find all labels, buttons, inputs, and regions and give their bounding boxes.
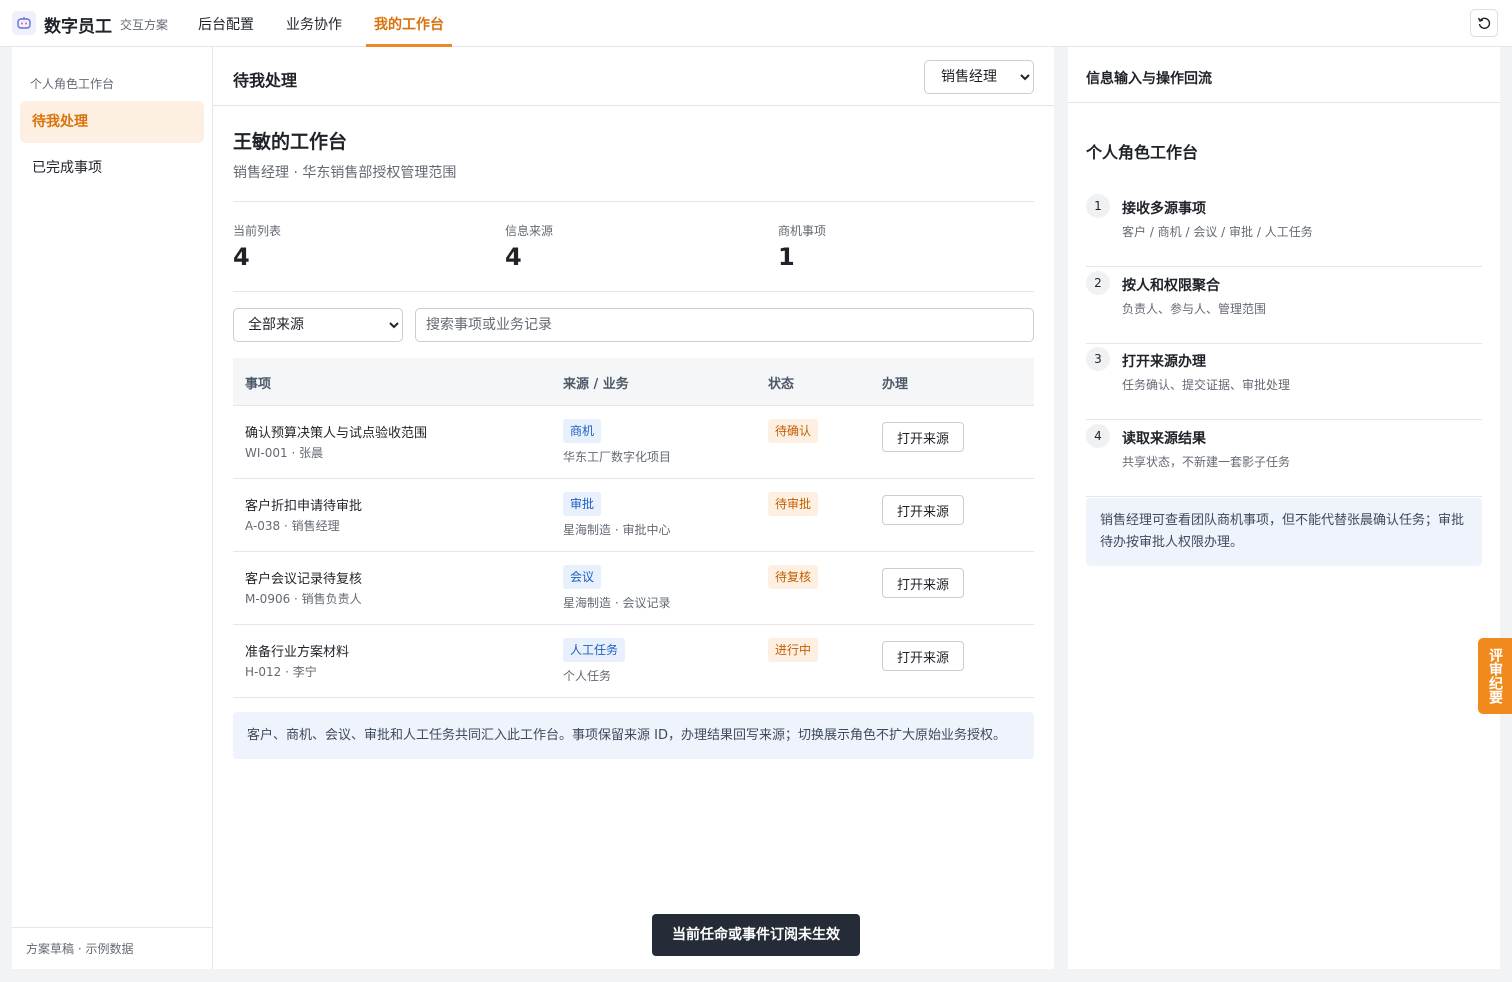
col-header-status: 状态	[768, 377, 795, 392]
source-filter-select[interactable]: 全部来源	[233, 308, 403, 342]
stat-label: 信息来源	[505, 224, 554, 238]
toast-message: 当前任命或事件订阅未生效	[652, 914, 860, 956]
step-title: 接收多源事项	[1122, 201, 1206, 217]
sidebar-item-pending[interactable]: 待我处理	[20, 101, 204, 143]
open-source-button[interactable]: 打开来源	[882, 641, 964, 671]
flow-step: 4 读取来源结果 共享状态，不新建一套影子任务	[1086, 420, 1482, 497]
row-title: 准备行业方案材料	[245, 645, 350, 660]
flow-step: 1 接收多源事项 客户 / 商机 / 会议 / 审批 / 人工任务	[1086, 190, 1482, 267]
row-title: 客户折扣申请待审批	[245, 499, 363, 514]
biz-tag: 商机	[563, 419, 602, 443]
step-number: 4	[1086, 424, 1110, 448]
top-nav: 数字员工 交互方案 后台配置 业务协作 我的工作台	[0, 0, 1512, 47]
stat-current-list: 当前列表 4	[233, 222, 281, 271]
sidebar-item-completed[interactable]: 已完成事项	[20, 147, 204, 189]
row-title: 客户会议记录待复核	[245, 572, 363, 587]
app-subtitle: 交互方案	[120, 18, 169, 32]
row-title: 确认预算决策人与试点验收范围	[245, 426, 428, 441]
col-header-action: 办理	[882, 377, 909, 392]
biz-tag: 人工任务	[563, 638, 626, 662]
stat-value: 4	[233, 243, 250, 271]
right-panel-subtitle: 个人角色工作台	[1086, 143, 1199, 162]
stat-value: 1	[778, 243, 795, 271]
search-input[interactable]	[415, 308, 1034, 342]
right-panel: 信息输入与操作回流 个人角色工作台 1 接收多源事项 客户 / 商机 / 会议 …	[1068, 47, 1500, 969]
right-panel-header: 信息输入与操作回流	[1068, 47, 1500, 103]
tab-business-collab[interactable]: 业务协作	[286, 14, 342, 47]
table-row: 准备行业方案材料 H-012 · 李宁 人工任务 个人任务 进行中 打开来源	[233, 625, 1034, 698]
main-header: 待我处理 销售经理	[213, 47, 1054, 106]
step-desc: 任务确认、提交证据、审批处理	[1122, 378, 1291, 392]
role-select[interactable]: 销售经理	[924, 60, 1034, 94]
step-title: 打开来源办理	[1122, 354, 1206, 370]
main-panel: 待我处理 销售经理 王敏的工作台 销售经理 · 华东销售部授权管理范围 当前列表…	[213, 47, 1054, 969]
divider	[233, 291, 1034, 292]
row-meta: H-012 · 李宁	[245, 665, 317, 679]
workspace-title: 王敏的工作台	[233, 131, 348, 153]
app-brand: 数字员工	[44, 17, 112, 37]
stat-value: 4	[505, 243, 522, 271]
step-number: 3	[1086, 347, 1110, 371]
stat-label: 商机事项	[778, 224, 827, 238]
row-meta: WI-001 · 张晨	[245, 446, 324, 460]
row-meta: M-0906 · 销售负责人	[245, 592, 362, 606]
flow-step: 2 按人和权限聚合 负责人、参与人、管理范围	[1086, 267, 1482, 344]
step-desc: 客户 / 商机 / 会议 / 审批 / 人工任务	[1122, 225, 1313, 239]
biz-tag: 审批	[563, 492, 602, 516]
biz-sub: 星海制造 · 审批中心	[563, 523, 671, 537]
open-source-button[interactable]: 打开来源	[882, 495, 964, 525]
open-source-button[interactable]: 打开来源	[882, 568, 964, 598]
status-badge: 待复核	[768, 565, 819, 589]
biz-tag: 会议	[563, 565, 602, 589]
col-header-item: 事项	[245, 377, 272, 392]
step-desc: 共享状态，不新建一套影子任务	[1122, 455, 1291, 469]
tab-backend-config[interactable]: 后台配置	[198, 14, 254, 47]
task-table: 事项 来源 / 业务 状态 办理 确认预算决策人与试点验收范围 WI-001 ·…	[233, 358, 1034, 698]
step-desc: 负责人、参与人、管理范围	[1122, 302, 1267, 316]
table-row: 客户会议记录待复核 M-0906 · 销售负责人 会议 星海制造 · 会议记录 …	[233, 552, 1034, 625]
workspace-subtitle: 销售经理 · 华东销售部授权管理范围	[233, 165, 457, 181]
reset-icon	[1477, 17, 1491, 29]
stat-label: 当前列表	[233, 224, 282, 238]
col-header-source: 来源 / 业务	[563, 377, 629, 392]
status-badge: 进行中	[768, 638, 819, 662]
open-source-button[interactable]: 打开来源	[882, 422, 964, 452]
biz-sub: 个人任务	[563, 669, 612, 683]
info-note: 客户、商机、会议、审批和人工任务共同汇入此工作台。事项保留来源 ID，办理结果回…	[233, 712, 1034, 759]
divider	[233, 201, 1034, 202]
tab-my-workbench[interactable]: 我的工作台	[374, 14, 444, 47]
table-row: 客户折扣申请待审批 A-038 · 销售经理 审批 星海制造 · 审批中心 待审…	[233, 479, 1034, 552]
page-title: 待我处理	[233, 71, 298, 90]
stat-opportunities: 商机事项 1	[778, 222, 826, 271]
step-number: 2	[1086, 271, 1110, 295]
table-header: 事项 来源 / 业务 状态 办理	[233, 358, 1034, 406]
status-badge: 待确认	[768, 419, 819, 443]
status-badge: 待审批	[768, 492, 819, 516]
step-title: 读取来源结果	[1122, 431, 1206, 447]
sidebar-footer: 方案草稿 · 示例数据	[12, 927, 212, 969]
table-row: 确认预算决策人与试点验收范围 WI-001 · 张晨 商机 华东工厂数字化项目 …	[233, 406, 1034, 479]
step-title: 按人和权限聚合	[1122, 278, 1220, 294]
right-panel-title: 信息输入与操作回流	[1086, 71, 1212, 87]
reset-button[interactable]	[1470, 9, 1498, 37]
sidebar-group-label: 个人角色工作台	[30, 77, 115, 91]
biz-sub: 星海制造 · 会议记录	[563, 596, 671, 610]
permission-note: 销售经理可查看团队商机事项，但不能代替张晨确认任务；审批待办按审批人权限办理。	[1086, 498, 1482, 566]
row-meta: A-038 · 销售经理	[245, 519, 340, 533]
stat-info-sources: 信息来源 4	[505, 222, 553, 271]
biz-sub: 华东工厂数字化项目	[563, 450, 672, 464]
flow-step: 3 打开来源办理 任务确认、提交证据、审批处理	[1086, 343, 1482, 420]
review-notes-tab[interactable]: 评审纪要	[1478, 638, 1512, 714]
step-number: 1	[1086, 194, 1110, 218]
robot-icon	[12, 11, 36, 35]
sidebar: 个人角色工作台 待我处理 已完成事项 方案草稿 · 示例数据	[12, 47, 213, 969]
